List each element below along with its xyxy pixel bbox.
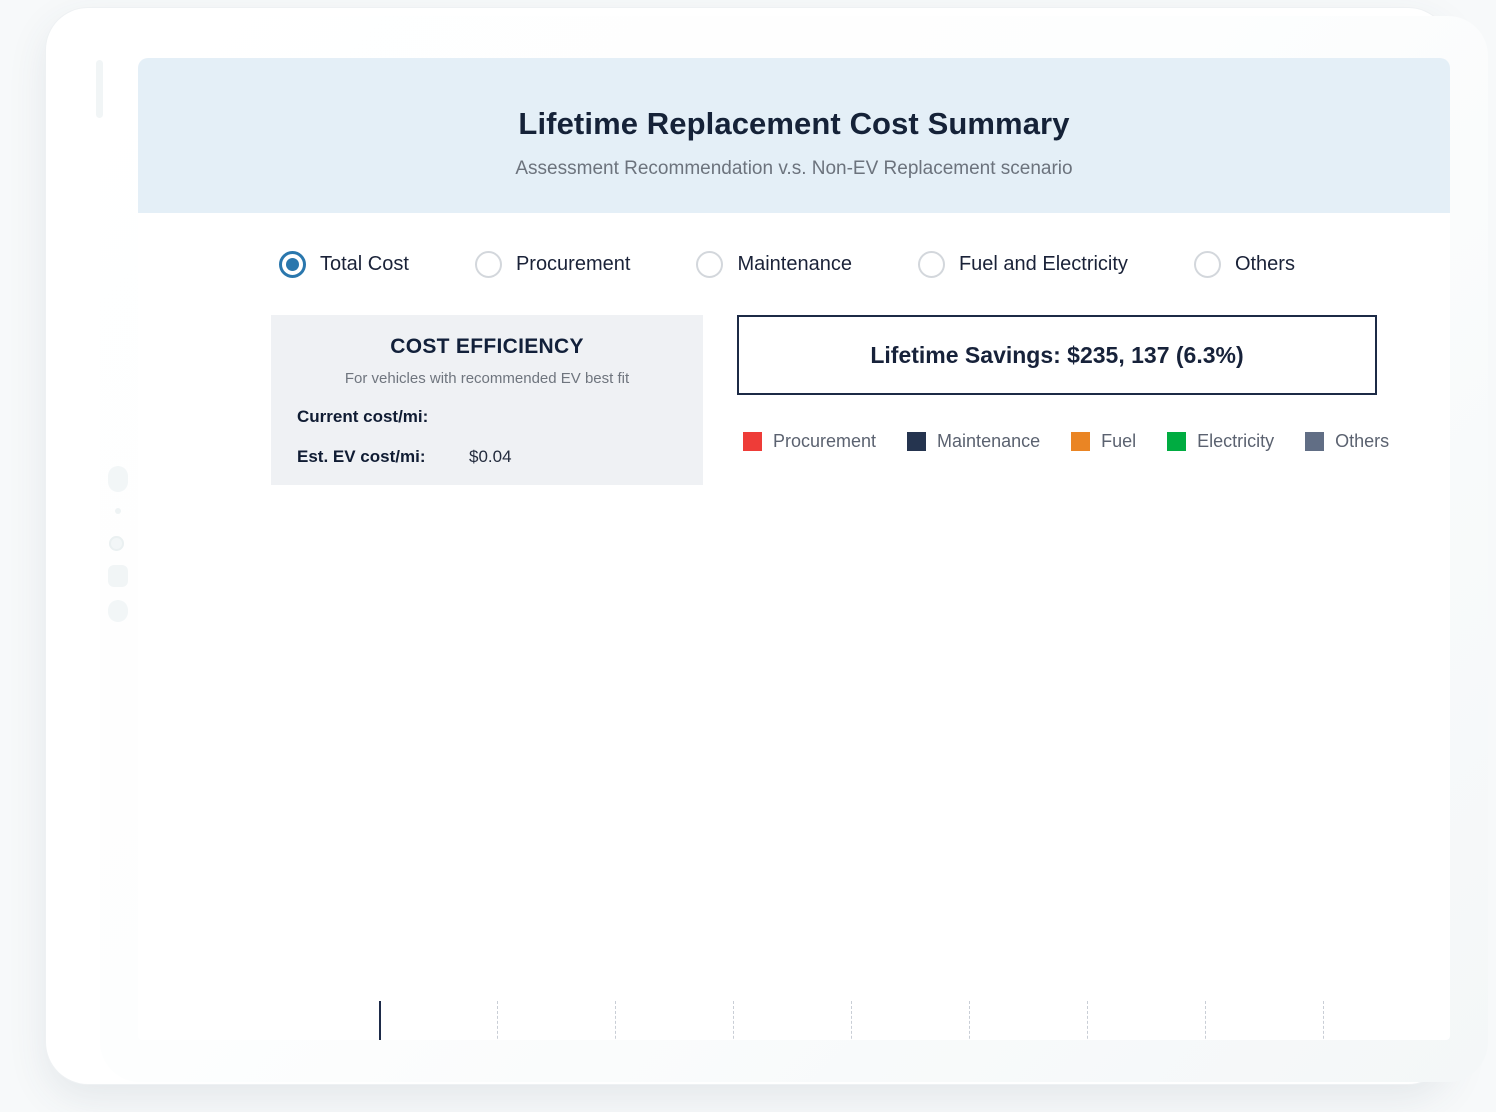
radio-option-total-cost[interactable]: Total Cost — [279, 251, 409, 278]
radio-unselected-icon[interactable] — [696, 251, 724, 278]
volume-up-button-icon[interactable] — [108, 565, 128, 587]
gridline — [615, 1001, 616, 1040]
app-screen: Lifetime Replacement Cost Summary Assess… — [138, 58, 1450, 1040]
radio-unselected-icon[interactable] — [474, 251, 502, 278]
legend-swatch-procurement — [743, 432, 762, 451]
metric-filter-radio-group: Total Cost Procurement Maintenance Fuel … — [138, 213, 1450, 278]
radio-label-total-cost: Total Cost — [320, 253, 409, 275]
legend-swatch-fuel — [1071, 432, 1091, 451]
radio-label-others: Others — [1234, 253, 1295, 275]
radio-selected-icon[interactable] — [279, 251, 306, 278]
gridline — [851, 1001, 852, 1040]
page-title: Lifetime Replacement Cost Summary — [518, 106, 1070, 141]
screenshot-stage: Lifetime Replacement Cost Summary Assess… — [0, 0, 1496, 1112]
chart-y-axis — [379, 1001, 381, 1040]
tablet-device-frame: Lifetime Replacement Cost Summary Assess… — [46, 8, 1488, 1084]
legend-item-electricity[interactable]: Electricity — [1167, 431, 1274, 452]
gridline — [1087, 1001, 1088, 1040]
cost-efficiency-title: COST EFFICIENCY — [390, 335, 584, 358]
legend-swatch-others — [1305, 432, 1325, 451]
legend-label-procurement: Procurement — [773, 431, 877, 451]
est-ev-cost-per-mile-value: $0.04 — [469, 447, 512, 466]
current-cost-per-mile-row: Current cost/mi: — [285, 407, 689, 427]
page-subtitle: Assessment Recommendation v.s. Non-EV Re… — [515, 158, 1073, 179]
est-ev-cost-per-mile-row: Est. EV cost/mi: $0.04 — [285, 447, 689, 467]
sensor-dot-icon — [115, 508, 121, 514]
gridline — [497, 1001, 498, 1040]
cost-efficiency-card: COST EFFICIENCY For vehicles with recomm… — [271, 315, 703, 485]
legend-label-maintenance: Maintenance — [937, 431, 1041, 451]
legend-item-maintenance[interactable]: Maintenance — [907, 431, 1040, 452]
savings-and-legend-column: Lifetime Savings: $235, 137 (6.3%) Procu… — [737, 315, 1420, 485]
est-ev-cost-per-mile-label: Est. EV cost/mi: — [297, 447, 426, 466]
legend-label-others: Others — [1335, 431, 1390, 451]
stacked-bar-chart: $0.5m$1m$1.5m$2m$2.5m$3m$3.5m$4m Assessm… — [138, 521, 1450, 1040]
radio-option-fuel-and-electricity[interactable]: Fuel and Electricity — [917, 251, 1128, 278]
gridline — [1323, 1001, 1324, 1040]
legend-item-fuel[interactable]: Fuel — [1071, 431, 1136, 452]
legend-label-fuel: Fuel — [1101, 431, 1137, 451]
lifetime-savings-text: Lifetime Savings: $235, 137 (6.3%) — [870, 341, 1244, 368]
radio-label-maintenance: Maintenance — [737, 253, 852, 275]
power-button-icon[interactable] — [96, 60, 103, 118]
legend-item-procurement[interactable]: Procurement — [743, 431, 876, 452]
legend-item-others[interactable]: Others — [1305, 431, 1389, 452]
legend-swatch-maintenance — [907, 432, 927, 451]
gridline — [969, 1001, 970, 1040]
radio-label-fuel-and-electricity: Fuel and Electricity — [958, 253, 1128, 275]
radio-option-maintenance[interactable]: Maintenance — [696, 251, 852, 278]
radio-unselected-icon[interactable] — [1193, 251, 1221, 278]
cost-efficiency-subtitle: For vehicles with recommended EV best fi… — [344, 370, 630, 387]
gridline — [733, 1001, 734, 1040]
microphone-icon — [109, 536, 124, 551]
radio-option-others[interactable]: Others — [1193, 251, 1295, 278]
lifetime-savings-banner: Lifetime Savings: $235, 137 (6.3%) — [737, 315, 1377, 395]
radio-option-procurement[interactable]: Procurement — [474, 251, 631, 278]
legend-swatch-electricity — [1167, 432, 1187, 451]
page-header: Lifetime Replacement Cost Summary Assess… — [138, 58, 1450, 213]
radio-label-procurement: Procurement — [515, 253, 631, 275]
current-cost-per-mile-label: Current cost/mi: — [297, 407, 429, 426]
gridline — [1205, 1001, 1206, 1040]
radio-unselected-icon[interactable] — [917, 251, 945, 278]
legend-label-electricity: Electricity — [1197, 431, 1275, 451]
camera-lens-icon — [108, 466, 128, 492]
chart-legend: Procurement Maintenance Fuel Electricity… — [737, 431, 1420, 452]
volume-down-button-icon[interactable] — [108, 600, 128, 622]
summary-band: COST EFFICIENCY For vehicles with recomm… — [138, 278, 1450, 485]
